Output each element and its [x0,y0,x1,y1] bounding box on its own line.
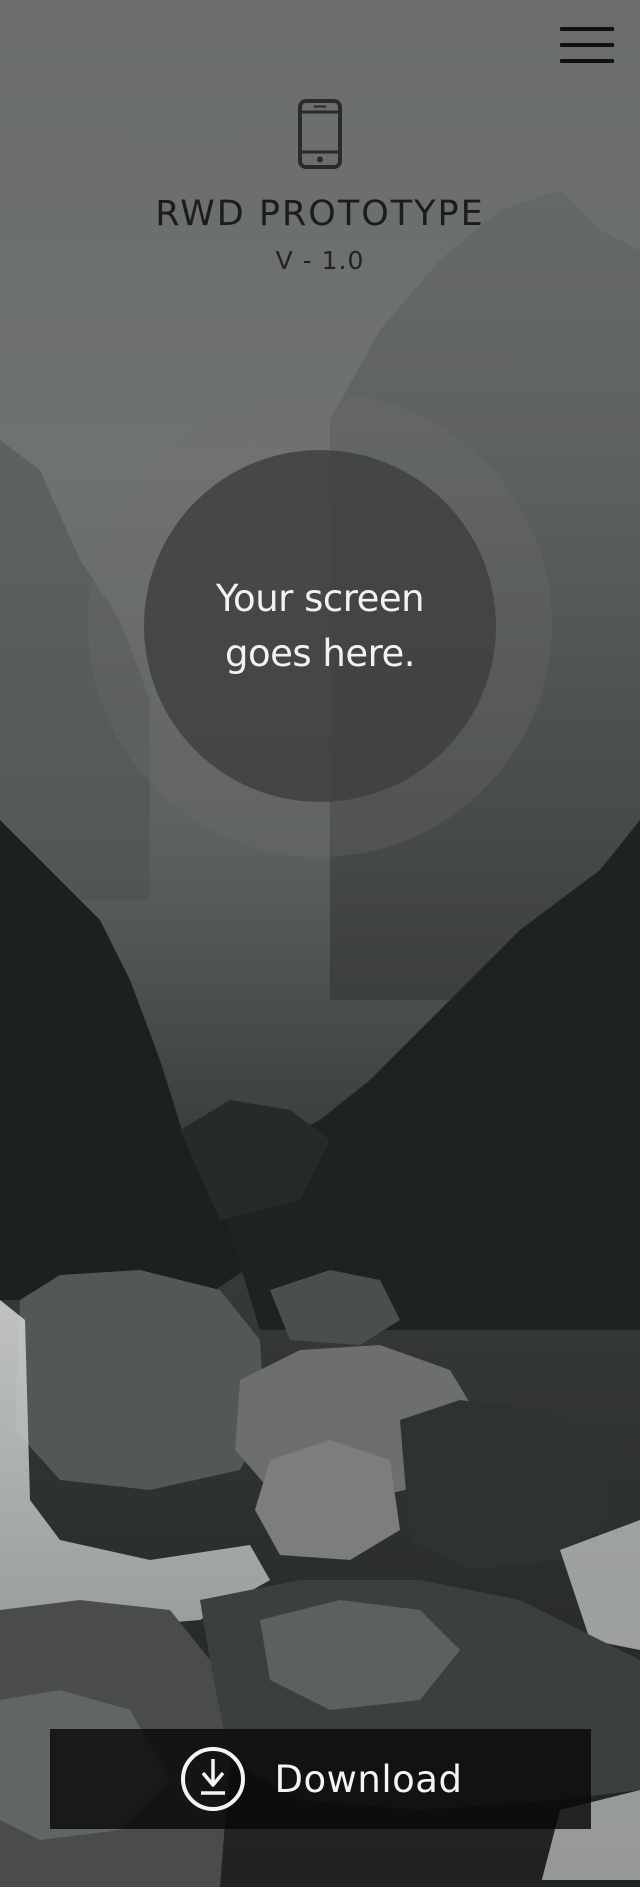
hamburger-menu-bar [560,43,614,47]
page: RWD PROTOTYPE V - 1.0 Your screen goes h… [0,0,640,1887]
download-button[interactable]: Download [50,1729,591,1829]
download-label: Download [274,1757,463,1801]
background-image [0,0,640,1887]
smartphone-icon [298,99,342,169]
hamburger-menu-icon [560,27,614,31]
screen-placeholder: Your screen goes here. [144,450,496,802]
app-header: RWD PROTOTYPE V - 1.0 [0,98,640,275]
menu-button[interactable] [560,24,614,66]
app-version: V - 1.0 [275,246,365,275]
screen-placeholder-text: Your screen goes here. [170,571,470,681]
hamburger-menu-bar [560,59,614,63]
screen-placeholder-line-1: Your screen [215,577,425,620]
screen-placeholder-line-2: goes here. [224,632,416,675]
app-title: RWD PROTOTYPE [155,194,485,234]
download-circle-icon [180,1747,245,1811]
